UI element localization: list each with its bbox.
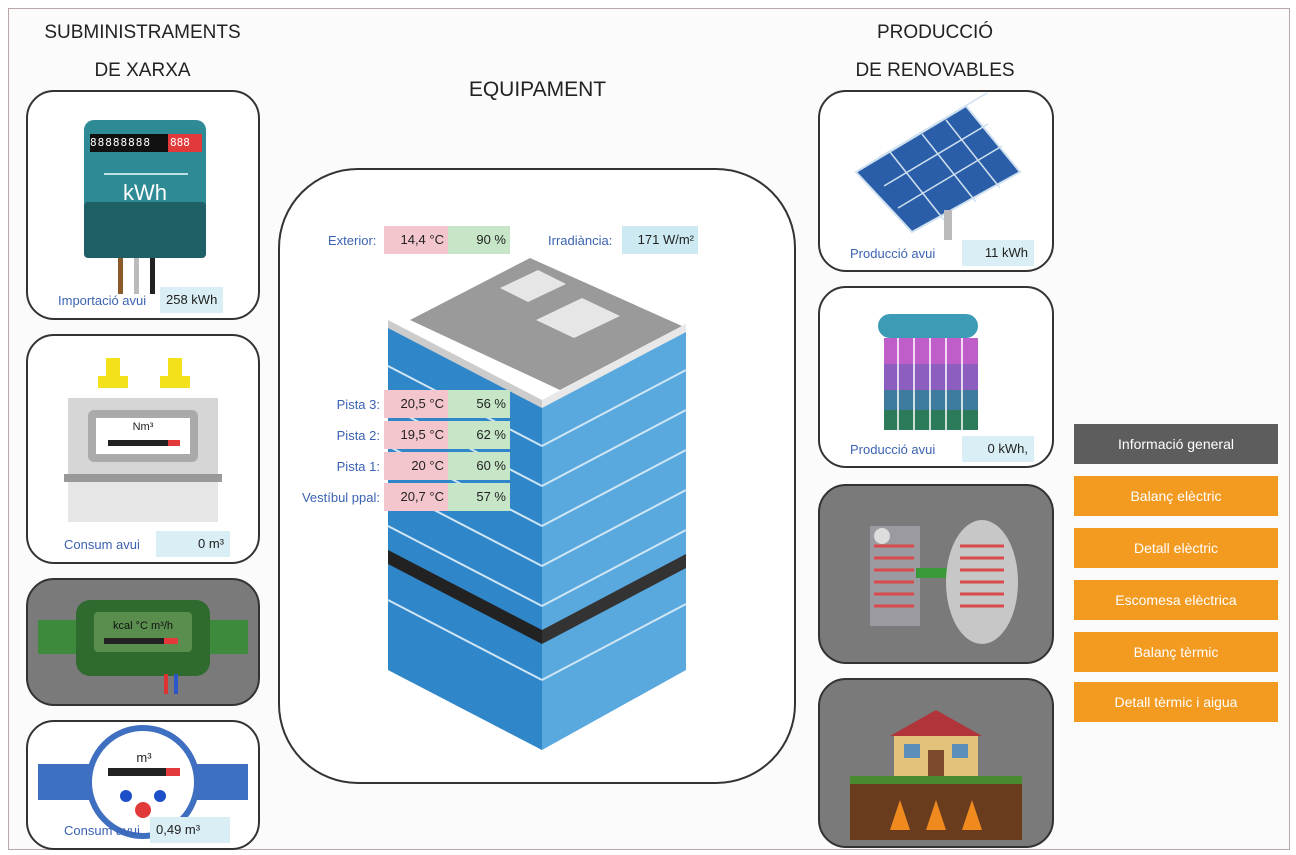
water-consumption-value: 0,49 m³	[150, 817, 230, 843]
irradiance-value: 171 W/m²	[622, 226, 698, 254]
meter-red-digits: 888	[170, 136, 190, 149]
heat-meter-unit: kcal °C m³/h	[112, 620, 174, 632]
gas-meter-card[interactable]: Nm³ Consum avui 0 m³	[26, 334, 260, 564]
menu-electric-balance[interactable]: Balanç elèctric	[1074, 476, 1278, 516]
room-temp-vestibul: 20,7 °C	[384, 483, 448, 511]
room-temp-pista3: 20,5 °C	[384, 390, 448, 418]
exterior-humidity: 90 %	[448, 226, 510, 254]
room-label-pista1: Pista 1:	[336, 459, 380, 474]
renewables-heading-line1: PRODUCCIÓ	[876, 22, 994, 43]
irradiance-label: Irradiància:	[548, 233, 613, 248]
solar-thermal-card[interactable]: Producció avui 0 kWh,	[818, 286, 1054, 468]
electric-import-label: Importació avui	[58, 293, 147, 308]
equipment-card[interactable]: Exterior: 14,4 °C 90 % Irradiància: 171 …	[278, 168, 796, 784]
solar-pv-label: Producció avui	[850, 246, 936, 261]
building-icon	[387, 258, 687, 750]
solar-pv-card[interactable]: Producció avui 11 kWh	[818, 90, 1054, 272]
room-hum-vestibul: 57 %	[448, 483, 510, 511]
house-geothermal-icon	[850, 710, 1022, 840]
room-label-vestibul: Vestíbul ppal:	[301, 490, 380, 505]
heat-pump-icon	[870, 520, 1018, 644]
water-consumption-label: Consum avui	[64, 823, 140, 838]
heat-pump-card[interactable]	[818, 484, 1054, 664]
electric-meter-card[interactable]: 88888888 888 kWh Importació avui 258 kWh	[26, 90, 260, 320]
geothermal-card[interactable]	[818, 678, 1054, 848]
room-hum-pista1: 60 %	[448, 452, 510, 480]
gas-meter-unit: Nm³	[132, 421, 154, 433]
meter-digits: 88888888	[90, 136, 151, 149]
meter-unit: kWh	[123, 180, 167, 205]
gas-consumption-value: 0 m³	[156, 531, 230, 557]
menu-thermal-balance[interactable]: Balanç tèrmic	[1074, 632, 1278, 672]
menu-thermal-water-detail[interactable]: Detall tèrmic i aigua	[1074, 682, 1278, 722]
solar-thermal-value: 0 kWh,	[962, 436, 1034, 462]
room-hum-pista2: 62 %	[448, 421, 510, 449]
room-temp-pista2: 19,5 °C	[384, 421, 448, 449]
supply-heading-line2: DE XARXA	[94, 60, 191, 81]
gas-meter-icon	[64, 358, 222, 522]
exterior-label: Exterior:	[328, 233, 377, 248]
equipment-heading: EQUIPAMENT	[468, 78, 607, 101]
room-label-pista2: Pista 2:	[336, 428, 380, 443]
exterior-temperature: 14,4 °C	[384, 226, 448, 254]
supply-heading-line1: SUBMINISTRAMENTS	[44, 22, 241, 43]
room-temp-pista1: 20 °C	[384, 452, 448, 480]
electric-import-value: 258 kWh	[160, 287, 224, 313]
renewables-heading-line2: DE RENOVABLES	[855, 60, 1015, 81]
menu-electric-connection[interactable]: Escomesa elèctrica	[1074, 580, 1278, 620]
room-hum-pista3: 56 %	[448, 390, 510, 418]
water-meter-unit: m³	[136, 750, 152, 765]
heat-meter-card[interactable]: kcal °C m³/h	[26, 578, 260, 706]
solar-pv-value: 11 kWh	[962, 240, 1034, 266]
room-label-pista3: Pista 3:	[336, 397, 380, 412]
heat-meter-icon	[38, 600, 248, 694]
menu-electric-detail[interactable]: Detall elèctric	[1074, 528, 1278, 568]
solar-thermal-label: Producció avui	[850, 442, 936, 457]
gas-consumption-label: Consum avui	[64, 537, 140, 552]
menu-general-info[interactable]: Informació general	[1074, 424, 1278, 464]
water-meter-card[interactable]: m³ Consum avui 0,49 m³	[26, 720, 260, 850]
